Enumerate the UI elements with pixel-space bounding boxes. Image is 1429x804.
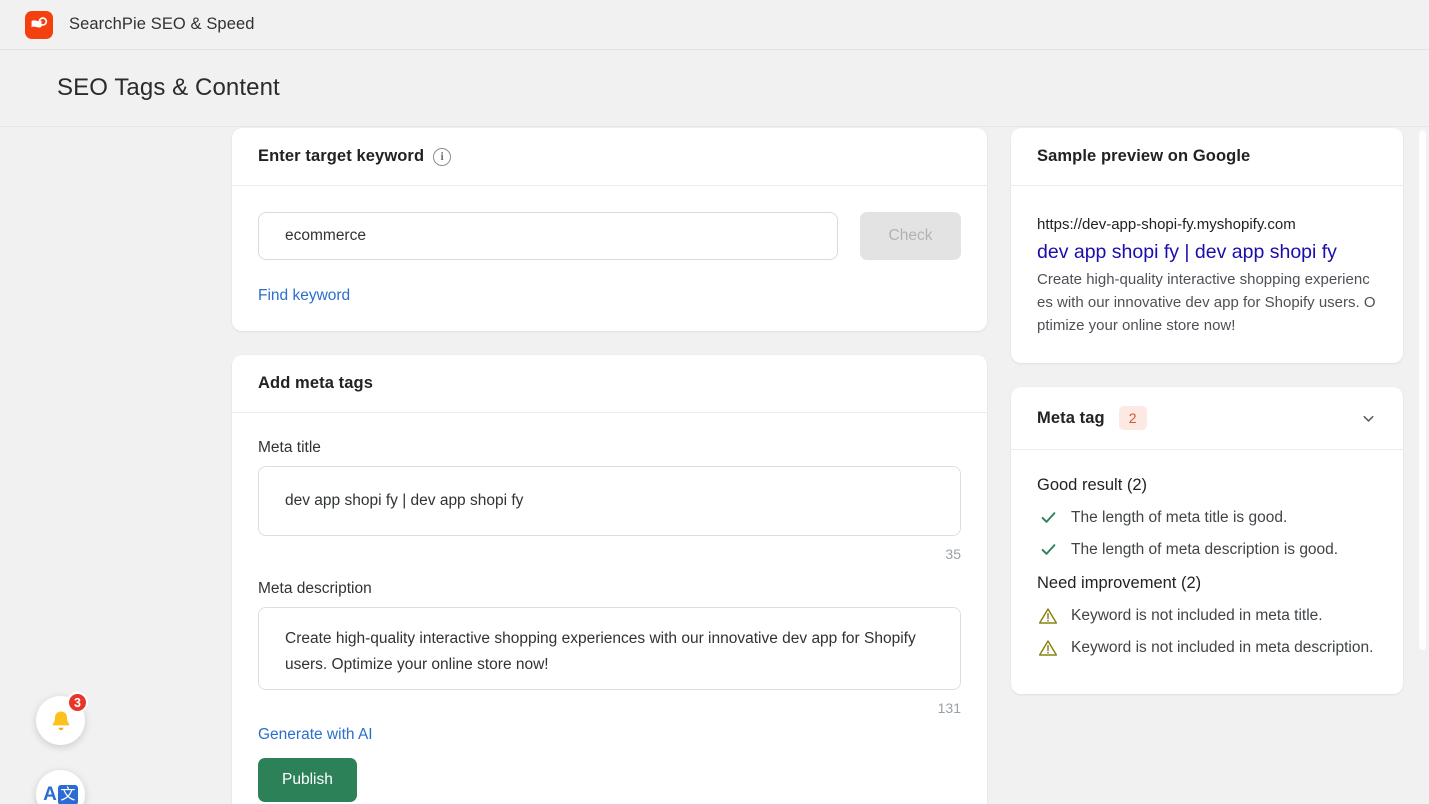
- target-keyword-input[interactable]: [258, 212, 838, 260]
- warning-triangle-icon: [1037, 636, 1059, 659]
- google-preview-body: https://dev-app-shopi-fy.myshopify.com d…: [1011, 186, 1403, 363]
- keyword-card: Enter target keyword i Check Find keywor…: [232, 128, 987, 331]
- page-content: Enter target keyword i Check Find keywor…: [0, 128, 1429, 804]
- meta-tag-title: Meta tag: [1037, 408, 1105, 427]
- google-preview-header: Sample preview on Google: [1011, 128, 1403, 186]
- meta-tag-header-left: Meta tag 2: [1037, 406, 1147, 430]
- list-item-label: Keyword is not included in meta descript…: [1071, 639, 1374, 656]
- list-item-label: Keyword is not included in meta title.: [1071, 607, 1323, 624]
- searchpie-logo-icon: [25, 10, 53, 39]
- meta-tags-card-header: Add meta tags: [232, 355, 987, 413]
- meta-tags-card-body: Meta title 35 Meta description 131 Gener…: [232, 413, 987, 804]
- list-item: The length of meta description is good.: [1037, 538, 1377, 561]
- generate-with-ai-link[interactable]: Generate with AI: [258, 726, 373, 744]
- side-column: Sample preview on Google https://dev-app…: [1011, 128, 1403, 694]
- list-item: The length of meta title is good.: [1037, 506, 1377, 529]
- keyword-card-title: Enter target keyword: [258, 147, 425, 165]
- meta-tags-card-title: Add meta tags: [258, 374, 373, 392]
- check-icon: [1037, 538, 1059, 561]
- notification-count-badge: 3: [67, 692, 88, 713]
- meta-description-label: Meta description: [258, 580, 372, 597]
- keyword-input-row: Check: [258, 212, 961, 260]
- notifications-fab[interactable]: 3: [36, 692, 88, 745]
- check-icon: [1037, 506, 1059, 529]
- publish-button[interactable]: Publish: [258, 758, 357, 802]
- warning-triangle-icon: [1037, 604, 1059, 627]
- meta-title-label: Meta title: [258, 439, 321, 456]
- app-name-label: SearchPie SEO & Speed: [69, 15, 255, 33]
- main-column: Enter target keyword i Check Find keywor…: [232, 128, 987, 804]
- good-result-group-title: Good result (2): [1037, 476, 1148, 494]
- keyword-card-body: Check Find keyword: [232, 186, 987, 331]
- page-title: SEO Tags & Content: [57, 74, 280, 101]
- meta-title-counter: 35: [945, 546, 961, 562]
- meta-description-counter: 131: [937, 700, 961, 716]
- chevron-down-icon[interactable]: [1360, 410, 1377, 427]
- list-item: Keyword is not included in meta descript…: [1037, 636, 1377, 659]
- meta-title-input[interactable]: [258, 466, 961, 536]
- keyword-card-header: Enter target keyword i: [232, 128, 987, 186]
- preview-url: https://dev-app-shopi-fy.myshopify.com: [1037, 216, 1296, 233]
- meta-tags-card: Add meta tags Meta title 35 Meta descrip…: [232, 355, 987, 804]
- meta-tag-results-card: Meta tag 2 Good result (2) The length of…: [1011, 387, 1403, 694]
- list-item: Keyword is not included in meta title.: [1037, 604, 1377, 627]
- google-preview-title: Sample preview on Google: [1037, 147, 1251, 165]
- need-improvement-group-title: Need improvement (2): [1037, 574, 1202, 592]
- info-icon[interactable]: i: [433, 147, 452, 166]
- preview-link-title[interactable]: dev app shopi fy | dev app shopi fy: [1037, 239, 1377, 265]
- vertical-scrollbar-thumb[interactable]: [1419, 130, 1426, 650]
- translate-icon: A 文: [43, 784, 78, 804]
- meta-tag-results-header[interactable]: Meta tag 2: [1011, 387, 1403, 450]
- google-preview-card: Sample preview on Google https://dev-app…: [1011, 128, 1403, 363]
- app-root: SearchPie SEO & Speed SEO Tags & Content…: [0, 0, 1429, 804]
- app-bar: SearchPie SEO & Speed: [0, 0, 1429, 50]
- meta-tag-results-body: Good result (2) The length of meta title…: [1011, 450, 1403, 694]
- good-result-list: The length of meta title is good. The le…: [1037, 506, 1377, 561]
- page-header: SEO Tags & Content: [0, 50, 1429, 127]
- bell-icon: [52, 710, 69, 730]
- meta-description-input[interactable]: [258, 607, 961, 690]
- need-improvement-list: Keyword is not included in meta title. K…: [1037, 604, 1377, 659]
- check-button[interactable]: Check: [860, 212, 961, 260]
- list-item-label: The length of meta title is good.: [1071, 509, 1288, 526]
- preview-description: Create high-quality interactive shopping…: [1037, 271, 1376, 334]
- find-keyword-link[interactable]: Find keyword: [258, 287, 350, 305]
- meta-tag-count-badge: 2: [1118, 406, 1147, 430]
- list-item-label: The length of meta description is good.: [1071, 541, 1339, 558]
